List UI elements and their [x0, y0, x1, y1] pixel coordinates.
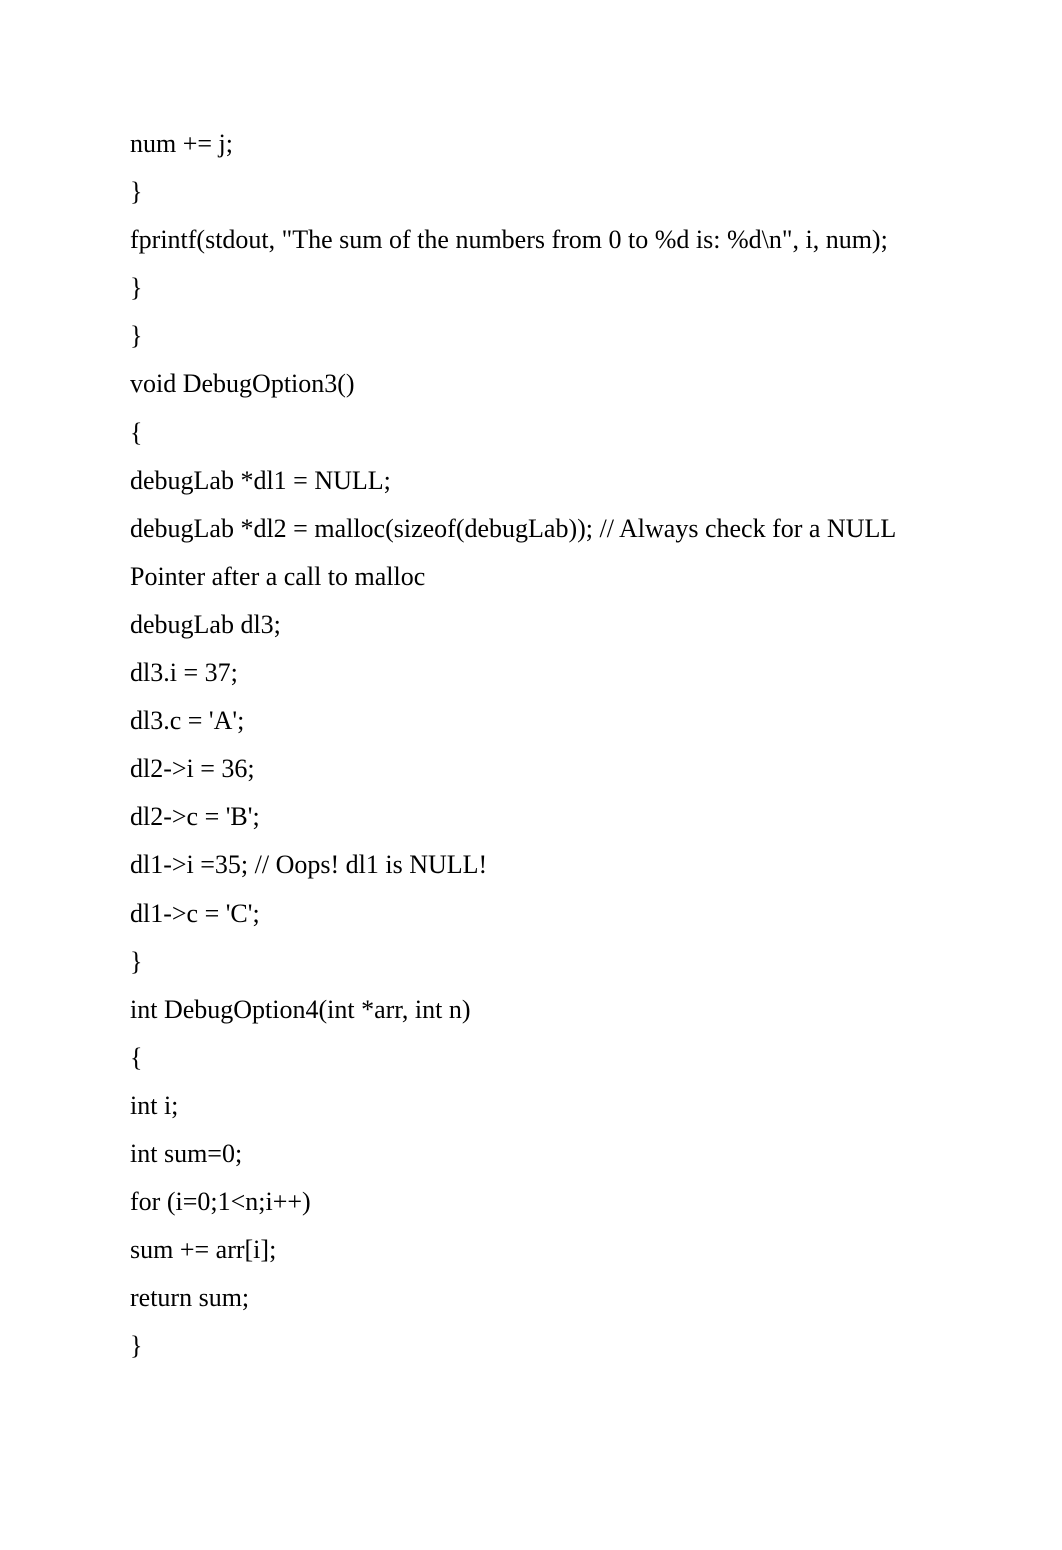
- code-line: debugLab dl3;: [130, 610, 281, 639]
- code-line: debugLab *dl1 = NULL;: [130, 466, 391, 495]
- code-line: fprintf(stdout, "The sum of the numbers …: [130, 225, 888, 254]
- code-line: dl3.i = 37;: [130, 658, 238, 687]
- code-line: {: [130, 1043, 142, 1072]
- document-page: num += j; } fprintf(stdout, "The sum of …: [0, 0, 1062, 1550]
- code-line: return sum;: [130, 1283, 249, 1312]
- code-line: dl2->i = 36;: [130, 754, 255, 783]
- code-line: dl1->c = 'C';: [130, 899, 260, 928]
- code-line: int i;: [130, 1091, 178, 1120]
- code-line: num += j;: [130, 129, 233, 158]
- code-line: dl1->i =35; // Oops! dl1 is NULL!: [130, 850, 487, 879]
- code-line: }: [130, 177, 142, 206]
- code-line: debugLab *dl2 = malloc(sizeof(debugLab))…: [130, 514, 902, 591]
- code-line: void DebugOption3(): [130, 369, 355, 398]
- code-line: }: [130, 273, 142, 302]
- code-line: sum += arr[i];: [130, 1235, 276, 1264]
- code-line: for (i=0;1<n;i++): [130, 1187, 311, 1216]
- code-line: int sum=0;: [130, 1139, 242, 1168]
- code-line: {: [130, 418, 142, 447]
- code-line: dl3.c = 'A';: [130, 706, 244, 735]
- code-line: int DebugOption4(int *arr, int n): [130, 995, 471, 1024]
- code-line: dl2->c = 'B';: [130, 802, 260, 831]
- code-line: }: [130, 321, 142, 350]
- code-line: }: [130, 1331, 142, 1360]
- code-line: }: [130, 947, 142, 976]
